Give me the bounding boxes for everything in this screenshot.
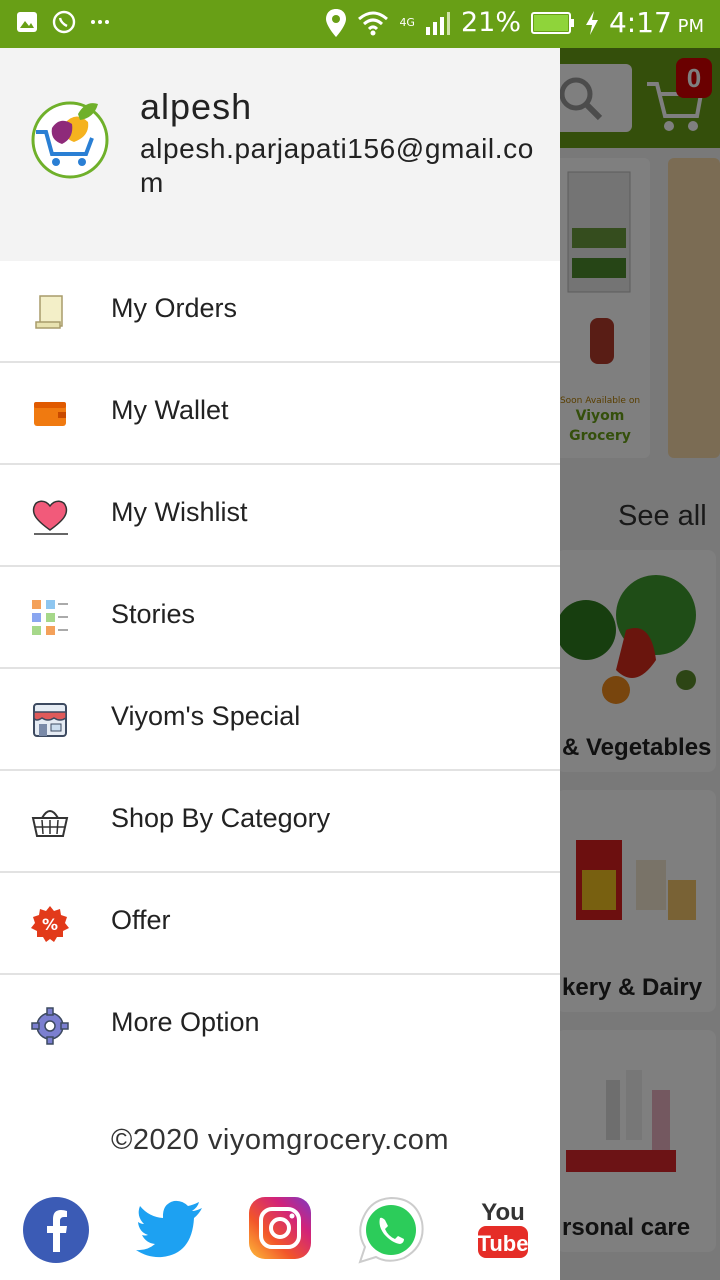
heart-icon [32, 500, 68, 535]
wallet-icon [34, 402, 66, 426]
menu-item-more-option[interactable]: More Option [0, 975, 560, 1077]
whatsapp-icon[interactable] [356, 1196, 426, 1266]
menu-label: Shop By Category [111, 803, 331, 833]
menu-label: Viyom's Special [111, 701, 301, 731]
menu-item-offer[interactable]: % Offer [0, 873, 560, 975]
basket-icon [31, 810, 69, 837]
charging-icon [585, 10, 598, 35]
store-icon [33, 703, 67, 737]
menu-label: Offer [111, 905, 171, 935]
twitter-icon[interactable] [134, 1196, 206, 1264]
gallery-notification-icon [17, 12, 37, 32]
facebook-icon[interactable] [22, 1196, 90, 1264]
menu-label: Stories [111, 599, 196, 629]
menu-label: My Wishlist [111, 497, 248, 527]
menu-item-stories[interactable]: Stories [0, 567, 560, 669]
navigation-drawer: alpesh alpesh.parjapati156@gmail.com My … [0, 48, 560, 1280]
clock-ampm: PM [677, 16, 704, 37]
battery-percent: 21% [460, 7, 521, 38]
wifi-icon [358, 11, 389, 35]
orders-icon [35, 295, 63, 329]
user-email: alpesh.parjapati156@gmail.com [140, 133, 534, 198]
status-bar: 4G 21% 4:17 PM [0, 0, 720, 48]
instagram-icon[interactable] [248, 1196, 312, 1260]
battery-icon [530, 11, 574, 34]
percent-badge-icon: % [31, 906, 69, 942]
clock-time: 4:17 [608, 6, 672, 39]
social-links: You Tube [0, 1196, 560, 1268]
location-icon [326, 8, 347, 37]
menu-item-shop-by-category[interactable]: Shop By Category [0, 771, 560, 873]
network-type: 4G [399, 16, 415, 29]
menu-item-my-orders[interactable]: My Orders [0, 261, 560, 363]
clock: 4:17 PM [609, 6, 704, 39]
signal-icon [425, 11, 450, 35]
menu-label: My Wallet [111, 395, 229, 425]
menu-label: My Orders [111, 293, 238, 323]
youtube-icon[interactable]: You Tube [474, 1196, 532, 1262]
svg-text:You: You [481, 1199, 525, 1226]
drawer-header: alpesh alpesh.parjapati156@gmail.com [0, 48, 560, 261]
menu-label: More Option [111, 1007, 260, 1037]
gear-icon [31, 1007, 69, 1045]
whatsapp-notification-icon [52, 10, 76, 34]
svg-text:%: % [42, 915, 58, 934]
copyright-text: ©2020 viyomgrocery.com [110, 1124, 450, 1156]
menu-item-my-wallet[interactable]: My Wallet [0, 363, 560, 465]
menu-item-viyoms-special[interactable]: Viyom's Special [0, 669, 560, 771]
menu-item-my-wishlist[interactable]: My Wishlist [0, 465, 560, 567]
user-name: alpesh [140, 86, 253, 127]
stories-grid-icon [32, 600, 68, 635]
drawer-menu: My Orders My Wallet My Wishlist Stories … [0, 261, 560, 1077]
viyom-grocery-logo [31, 101, 109, 179]
svg-text:Tube: Tube [478, 1231, 529, 1256]
more-notifications-icon [91, 20, 109, 24]
